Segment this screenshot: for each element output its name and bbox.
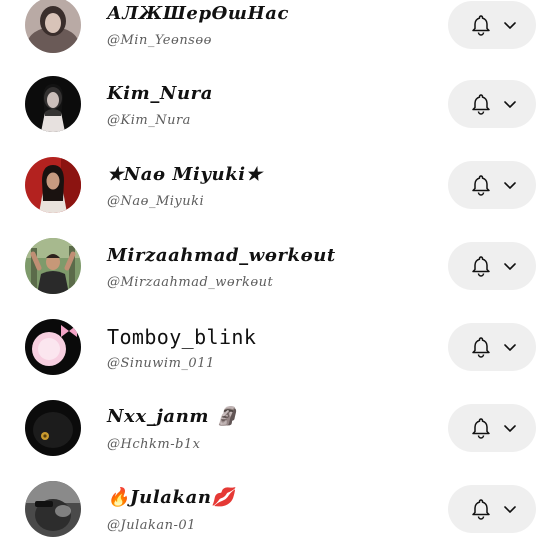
- channel-handle: @Min_Yeɵnsɵɵ: [107, 33, 213, 48]
- channel-row[interactable]: ★Naɵ Miyuki★ @Naɵ_Miyuki: [0, 146, 560, 227]
- channel-handle: @Kim_Nura: [107, 113, 191, 128]
- bell-icon: [472, 337, 490, 358]
- channel-name[interactable]: Kim_Nura: [107, 83, 213, 104]
- channel-row[interactable]: Nxx_janm 🗿 @Hchkm-b1x: [0, 389, 560, 470]
- notification-button[interactable]: [448, 1, 536, 49]
- channel-name[interactable]: 🔥Julakan💋: [107, 487, 235, 508]
- bell-icon: [472, 94, 490, 115]
- bell-icon: [472, 175, 490, 196]
- channel-avatar[interactable]: [25, 319, 81, 375]
- subscriptions-list: АЛЖШерӨшНас @Min_Yeɵnsɵɵ Kim_Nura @Kim_N…: [0, 0, 560, 560]
- channel-row[interactable]: Kim_Nura @Kim_Nura: [0, 65, 560, 146]
- channel-handle: @Mirzaahmad_wɵrkɵut: [107, 275, 274, 290]
- channel-name[interactable]: Tomboy_blink: [107, 325, 256, 349]
- channel-avatar[interactable]: [25, 157, 81, 213]
- bell-icon: [472, 499, 490, 520]
- channel-row[interactable]: Tomboy_blink @Sinuwim_011: [0, 308, 560, 389]
- channel-name[interactable]: Mirzaahmad_wɵrkɵut: [107, 245, 336, 266]
- notification-button[interactable]: [448, 242, 536, 290]
- channel-avatar[interactable]: [25, 400, 81, 456]
- chevron-down-icon: [504, 506, 516, 513]
- chevron-down-icon: [504, 182, 516, 189]
- notification-button[interactable]: [448, 323, 536, 371]
- channel-name[interactable]: АЛЖШерӨшНас: [107, 3, 289, 24]
- channel-handle: @Naɵ_Miyuki: [107, 194, 205, 209]
- chevron-down-icon: [504, 263, 516, 270]
- bell-icon: [472, 256, 490, 277]
- bell-icon: [472, 15, 490, 36]
- channel-avatar[interactable]: [25, 238, 81, 294]
- channel-handle: @Sinuwim_011: [107, 356, 215, 371]
- chevron-down-icon: [504, 101, 516, 108]
- channel-avatar[interactable]: [25, 481, 81, 537]
- channel-row[interactable]: Mirzaahmad_wɵrkɵut @Mirzaahmad_wɵrkɵut: [0, 227, 560, 308]
- bell-icon: [472, 418, 490, 439]
- notification-button[interactable]: [448, 161, 536, 209]
- channel-name-text: Nxx_janm 🗿: [107, 406, 239, 427]
- channel-name[interactable]: ★Naɵ Miyuki★: [107, 164, 262, 185]
- chevron-down-icon: [504, 425, 516, 432]
- channel-avatar[interactable]: [25, 0, 81, 53]
- notification-button[interactable]: [448, 485, 536, 533]
- channel-handle: @Hchkm-b1x: [107, 437, 201, 452]
- chevron-down-icon: [504, 344, 516, 351]
- channel-name[interactable]: Nxx_janm 🗿: [107, 406, 239, 427]
- notification-button[interactable]: [448, 404, 536, 452]
- chevron-down-icon: [504, 22, 516, 29]
- channel-avatar[interactable]: [25, 76, 81, 132]
- notification-button[interactable]: [448, 80, 536, 128]
- channel-row[interactable]: 🔥Julakan💋 @Julakan-01: [0, 470, 560, 551]
- channel-handle: @Julakan-01: [107, 518, 196, 533]
- channel-row[interactable]: АЛЖШерӨшНас @Min_Yeɵnsɵɵ: [0, 0, 560, 66]
